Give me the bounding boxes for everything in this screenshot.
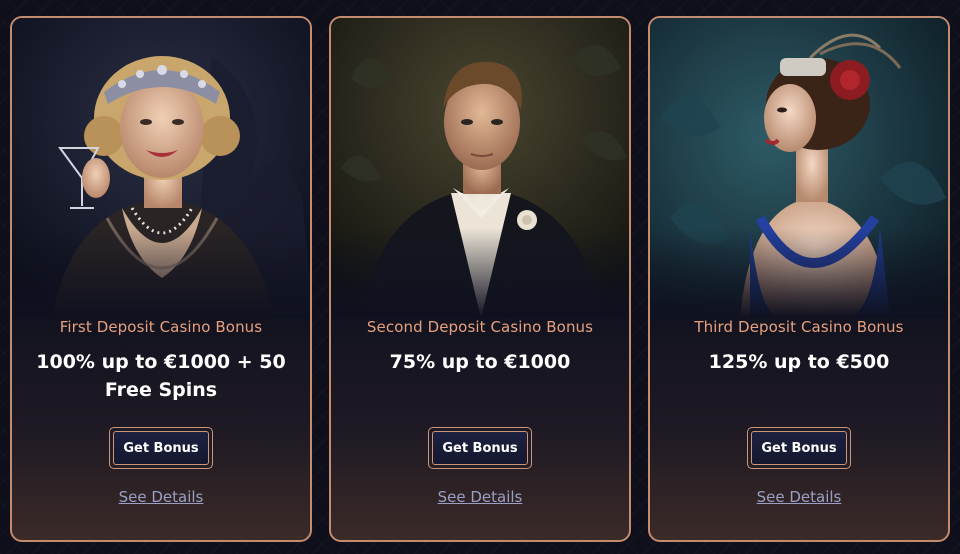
- get-bonus-label: Get Bonus: [432, 431, 528, 465]
- card-offer: 125% up to €500: [708, 351, 890, 373]
- card-title: Second Deposit Casino Bonus: [366, 318, 594, 336]
- get-bonus-label: Get Bonus: [751, 431, 847, 465]
- see-details-link[interactable]: See Details: [12, 488, 310, 506]
- bonus-card-third-deposit: Third Deposit Casino Bonus 125% up to €5…: [648, 16, 950, 542]
- card-title: First Deposit Casino Bonus: [59, 318, 263, 336]
- see-details-link[interactable]: See Details: [331, 488, 629, 506]
- get-bonus-button[interactable]: Get Bonus: [109, 427, 213, 469]
- get-bonus-label: Get Bonus: [113, 431, 209, 465]
- bonus-card-second-deposit: Second Deposit Casino Bonus 75% up to €1…: [329, 16, 631, 542]
- bonus-card-first-deposit: First Deposit Casino Bonus 100% up to €1…: [10, 16, 312, 542]
- card-offer: 75% up to €1000: [389, 351, 571, 373]
- get-bonus-button[interactable]: Get Bonus: [747, 427, 851, 469]
- flapper-woman-rose-image: [650, 18, 948, 318]
- card-offer: 100% up to €1000 + 50 Free Spins: [36, 351, 286, 401]
- get-bonus-button[interactable]: Get Bonus: [428, 427, 532, 469]
- see-details-link[interactable]: See Details: [650, 488, 948, 506]
- gentleman-tuxedo-image: [331, 18, 629, 318]
- flapper-woman-cocktail-image: [12, 18, 310, 318]
- card-title: Third Deposit Casino Bonus: [694, 318, 904, 336]
- bonus-cards: First Deposit Casino Bonus 100% up to €1…: [10, 16, 950, 542]
